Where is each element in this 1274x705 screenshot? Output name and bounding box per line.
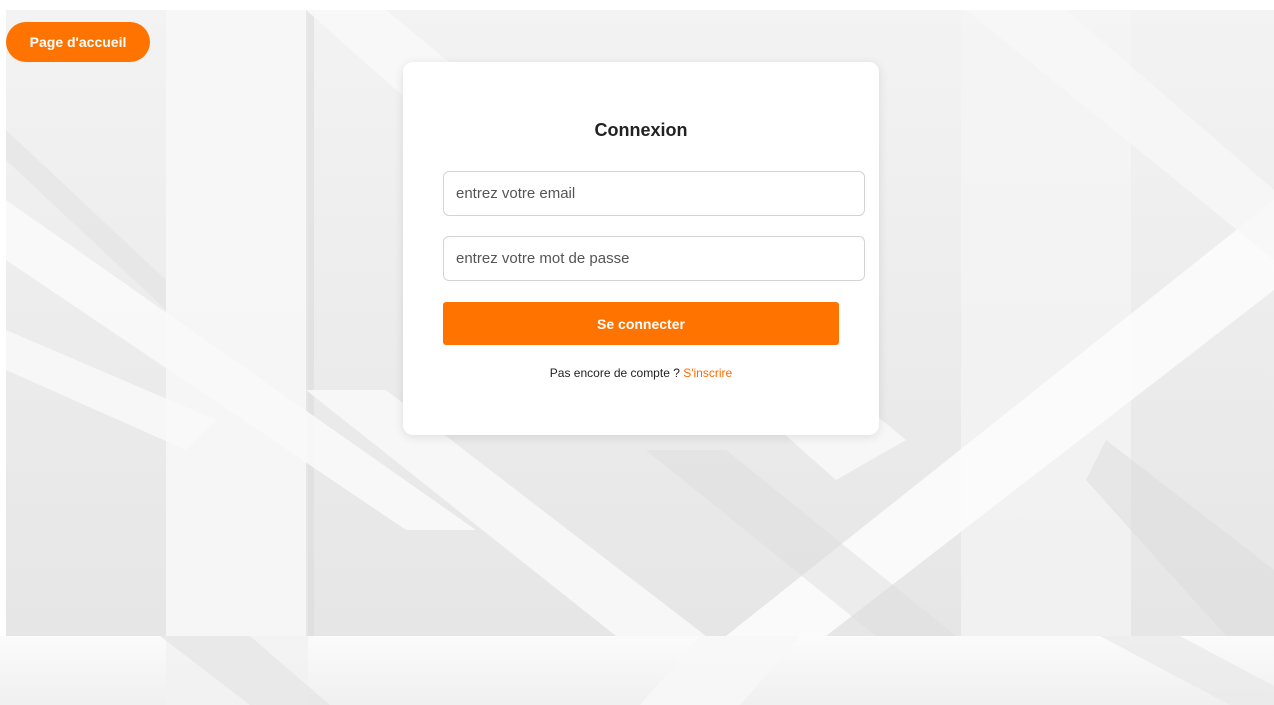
login-card: Connexion Se connecter Pas encore de com… xyxy=(403,62,879,435)
login-title: Connexion xyxy=(594,120,688,140)
signup-prompt: Pas encore de compte ? xyxy=(549,366,680,380)
signup-link[interactable]: S'inscrire xyxy=(683,366,732,380)
background-lower-band xyxy=(0,636,1274,705)
home-button[interactable]: Page d'accueil xyxy=(6,22,150,62)
login-button[interactable]: Se connecter xyxy=(443,302,839,345)
email-field[interactable] xyxy=(443,171,865,216)
password-field[interactable] xyxy=(443,236,865,281)
lower-band-stripes xyxy=(160,636,1274,705)
signup-line: Pas encore de compte ? S'inscrire xyxy=(403,366,879,380)
